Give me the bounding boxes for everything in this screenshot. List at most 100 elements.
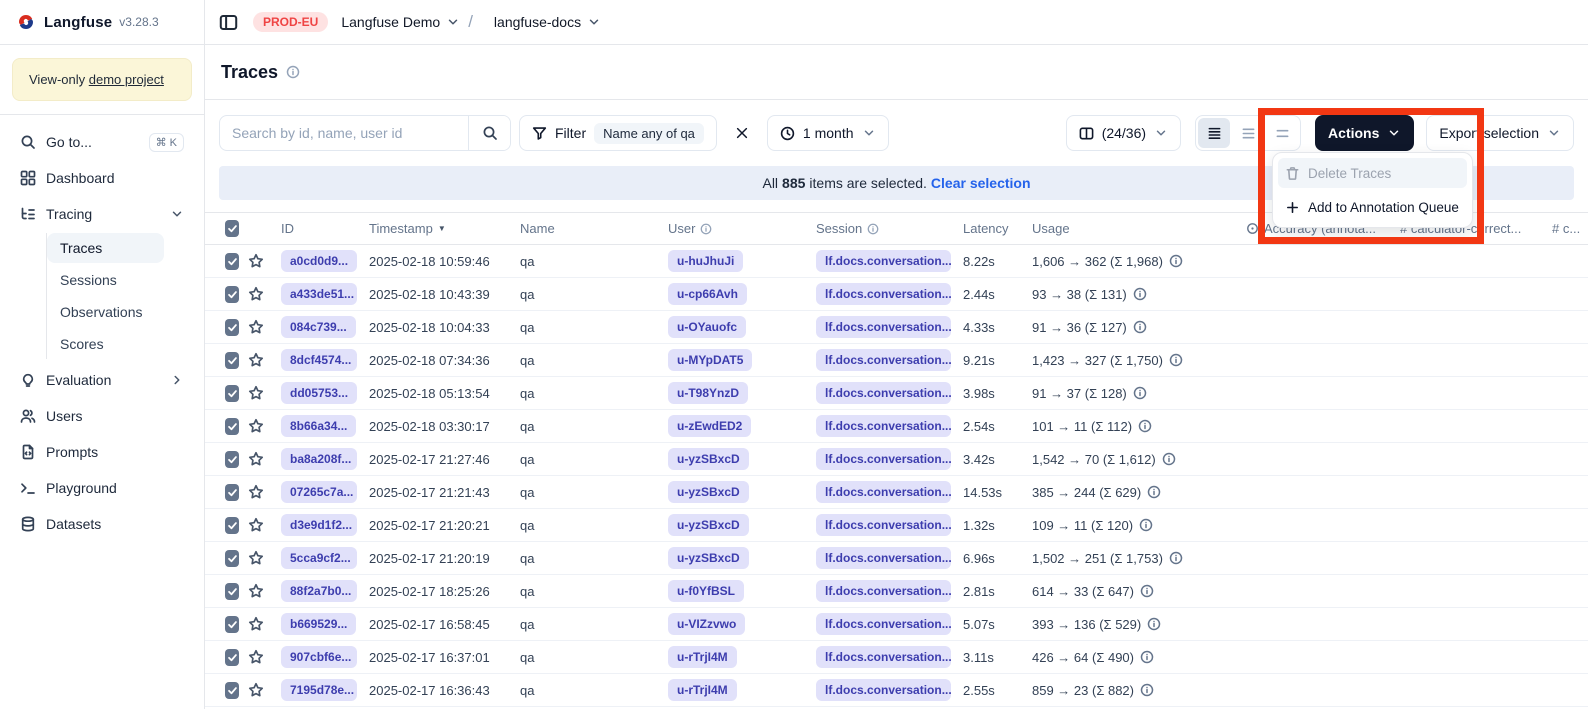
user-id-badge[interactable]: u-yzSBxcD [668, 547, 749, 569]
menu-item-delete-traces[interactable]: Delete Traces [1278, 158, 1467, 188]
search-submit-button[interactable] [468, 116, 510, 150]
table-row[interactable]: d3e9d1f2... 2025-02-17 21:20:21 qa u-yzS… [205, 509, 1588, 542]
star-icon[interactable] [248, 385, 264, 401]
trace-id-badge[interactable]: 7195d78e... [281, 679, 357, 701]
row-checkbox[interactable] [225, 583, 239, 600]
row-checkbox[interactable] [225, 286, 239, 303]
info-icon[interactable] [1140, 683, 1154, 697]
user-id-badge[interactable]: u-cp66Avh [668, 283, 747, 305]
user-id-badge[interactable]: u-zEwdED2 [668, 415, 751, 437]
table-row[interactable]: 7195d78e... 2025-02-17 16:36:43 qa u-rTr… [205, 674, 1588, 707]
session-id-badge[interactable]: lf.docs.conversation... [816, 448, 951, 470]
session-id-badge[interactable]: lf.docs.conversation... [816, 382, 951, 404]
user-id-badge[interactable]: u-MYpDAT5 [668, 349, 752, 371]
row-checkbox[interactable] [225, 352, 239, 369]
sidebar-item-evaluation[interactable]: Evaluation [12, 363, 192, 397]
info-icon[interactable] [1169, 254, 1183, 268]
row-checkbox[interactable] [225, 418, 239, 435]
table-row[interactable]: 8dcf4574... 2025-02-18 07:34:36 qa u-MYp… [205, 344, 1588, 377]
session-id-badge[interactable]: lf.docs.conversation... [816, 679, 951, 701]
filter-chip[interactable]: Name any of qa [594, 123, 704, 144]
info-icon[interactable] [1162, 452, 1176, 466]
session-id-badge[interactable]: lf.docs.conversation... [816, 250, 951, 272]
table-row[interactable]: 07265c7a... 2025-02-17 21:21:43 qa u-yzS… [205, 476, 1588, 509]
filter-button[interactable]: Filter Name any of qa [519, 115, 717, 151]
session-id-badge[interactable]: lf.docs.conversation... [816, 580, 951, 602]
row-checkbox[interactable] [225, 550, 239, 567]
star-icon[interactable] [248, 451, 264, 467]
session-id-badge[interactable]: lf.docs.conversation... [816, 481, 951, 503]
info-icon[interactable] [1133, 320, 1147, 334]
header-timestamp[interactable]: Timestamp ▼ [357, 221, 508, 236]
row-checkbox[interactable] [225, 253, 239, 270]
row-height-small-button[interactable] [1198, 118, 1230, 148]
sidebar-item-prompts[interactable]: Prompts [12, 435, 192, 469]
table-row[interactable]: 8b66a34... 2025-02-18 03:30:17 qa u-zEwd… [205, 410, 1588, 443]
trace-id-badge[interactable]: 8b66a34... [281, 415, 356, 437]
user-id-badge[interactable]: u-yzSBxcD [668, 448, 749, 470]
trace-id-badge[interactable]: 88f2a7b0... [281, 580, 357, 602]
session-id-badge[interactable]: lf.docs.conversation... [816, 514, 951, 536]
sidebar-item-goto[interactable]: Go to... ⌘ K [12, 125, 192, 159]
info-icon[interactable] [1140, 584, 1154, 598]
trace-id-badge[interactable]: 907cbf6e... [281, 646, 357, 668]
sidebar-item-playground[interactable]: Playground [12, 471, 192, 505]
star-icon[interactable] [248, 484, 264, 500]
row-checkbox[interactable] [225, 517, 239, 534]
header-latency[interactable]: Latency [951, 221, 1020, 236]
row-checkbox[interactable] [225, 385, 239, 402]
sidebar-item-users[interactable]: Users [12, 399, 192, 433]
star-icon[interactable] [248, 583, 264, 599]
session-id-badge[interactable]: lf.docs.conversation... [816, 316, 951, 338]
star-icon[interactable] [248, 649, 264, 665]
info-icon[interactable] [867, 223, 879, 235]
sidebar-item-scores[interactable]: Scores [47, 329, 164, 359]
actions-button[interactable]: Actions [1315, 115, 1414, 151]
star-icon[interactable] [248, 550, 264, 566]
user-id-badge[interactable]: u-yzSBxcD [668, 481, 749, 503]
trace-id-badge[interactable]: dd05753... [281, 382, 357, 404]
trace-id-badge[interactable]: ba8a208f... [281, 448, 357, 470]
table-row[interactable]: 5cca9cf2... 2025-02-17 21:20:19 qa u-yzS… [205, 542, 1588, 575]
info-icon[interactable] [1169, 551, 1183, 565]
time-range-button[interactable]: 1 month [767, 115, 889, 151]
star-icon[interactable] [248, 286, 264, 302]
header-user[interactable]: User [656, 221, 804, 236]
table-row[interactable]: 084c739... 2025-02-18 10:04:33 qa u-OYau… [205, 311, 1588, 344]
menu-item-add-to-annotation-queue[interactable]: Add to Annotation Queue [1278, 192, 1467, 222]
info-icon[interactable] [700, 223, 712, 235]
header-id[interactable]: ID [269, 221, 357, 236]
session-id-badge[interactable]: lf.docs.conversation... [816, 547, 951, 569]
table-row[interactable]: a433de51... 2025-02-18 10:43:39 qa u-cp6… [205, 278, 1588, 311]
table-row[interactable]: dd05753... 2025-02-18 05:13:54 qa u-T98Y… [205, 377, 1588, 410]
session-id-badge[interactable]: lf.docs.conversation... [816, 283, 951, 305]
row-checkbox[interactable] [225, 451, 239, 468]
header-usage[interactable]: Usage [1020, 221, 1234, 236]
clear-selection-link[interactable]: Clear selection [931, 175, 1031, 191]
header-name[interactable]: Name [508, 221, 656, 236]
info-icon[interactable] [1147, 485, 1161, 499]
header-session[interactable]: Session [804, 221, 951, 236]
star-icon[interactable] [248, 682, 264, 698]
export-selection-button[interactable]: Export selection [1426, 115, 1574, 151]
sidebar-item-sessions[interactable]: Sessions [47, 265, 164, 295]
user-id-badge[interactable]: u-OYauofc [668, 316, 746, 338]
session-id-badge[interactable]: lf.docs.conversation... [816, 415, 951, 437]
sidebar-item-dashboard[interactable]: Dashboard [12, 161, 192, 195]
info-icon[interactable] [1140, 650, 1154, 664]
search-input[interactable] [220, 125, 468, 141]
info-icon[interactable] [1133, 287, 1147, 301]
user-id-badge[interactable]: u-huJhuJi [668, 250, 743, 272]
info-icon[interactable] [1133, 386, 1147, 400]
user-id-badge[interactable]: u-rTrjI4M [668, 679, 737, 701]
sidebar-item-traces[interactable]: Traces [47, 233, 164, 263]
star-icon[interactable] [248, 253, 264, 269]
info-icon[interactable] [1138, 419, 1152, 433]
trace-id-badge[interactable]: a0cd0d9... [281, 250, 357, 272]
row-height-medium-button[interactable] [1232, 118, 1264, 148]
demo-project-link[interactable]: demo project [89, 72, 164, 87]
session-id-badge[interactable]: lf.docs.conversation... [816, 613, 951, 635]
trace-id-badge[interactable]: 8dcf4574... [281, 349, 357, 371]
org-selector[interactable]: Langfuse Demo [341, 14, 460, 30]
session-id-badge[interactable]: lf.docs.conversation... [816, 349, 951, 371]
